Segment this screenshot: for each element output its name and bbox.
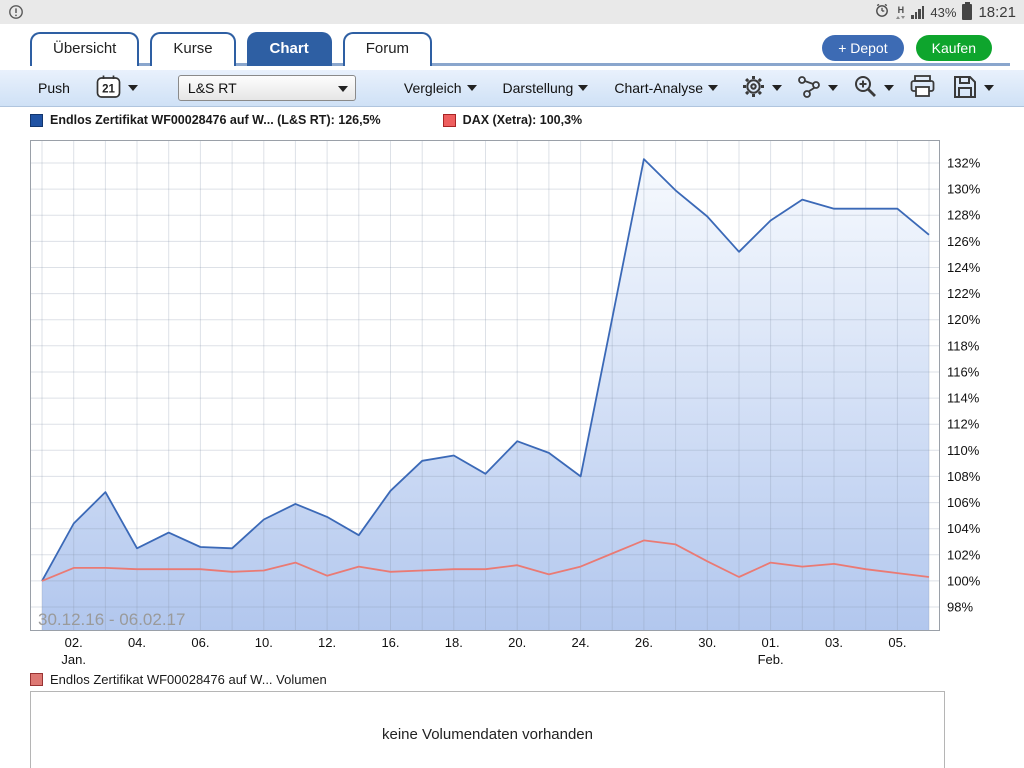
chart-range-watermark: 30.12.16 - 06.02.17 xyxy=(38,610,185,629)
menu-darstellung[interactable]: Darstellung xyxy=(503,80,589,96)
svg-text:16.: 16. xyxy=(381,635,399,650)
chevron-down-icon xyxy=(772,85,782,91)
menu-vergleich[interactable]: Vergleich xyxy=(404,80,477,96)
svg-text:Jan.: Jan. xyxy=(61,652,86,667)
volume-panel: keine Volumendaten vorhanden xyxy=(30,691,945,768)
svg-text:04.: 04. xyxy=(128,635,146,650)
svg-text:01.: 01. xyxy=(762,635,780,650)
chevron-down-icon xyxy=(708,85,718,91)
save-button[interactable] xyxy=(951,73,994,104)
tab-kurse[interactable]: Kurse xyxy=(150,32,235,66)
chart-svg: 30.12.16 - 06.02.17 132% 130% 128% 126% 124% 1… xyxy=(30,140,994,670)
svg-text:03.: 03. xyxy=(825,635,843,650)
svg-text:98%: 98% xyxy=(947,600,973,615)
svg-text:102%: 102% xyxy=(947,547,981,562)
legend-item-certificate: Endlos Zertifikat WF00028476 auf W... (L… xyxy=(30,113,381,127)
svg-text:24.: 24. xyxy=(572,635,590,650)
node-graph-icon xyxy=(796,73,823,103)
exchange-select[interactable]: L&S RT xyxy=(178,75,356,101)
alert-circle-icon xyxy=(8,4,24,25)
tab-chart[interactable]: Chart xyxy=(247,32,332,66)
chevron-down-icon xyxy=(338,86,348,92)
svg-text:106%: 106% xyxy=(947,495,981,510)
svg-text:116%: 116% xyxy=(947,365,980,380)
chevron-down-icon xyxy=(578,85,588,91)
save-icon xyxy=(951,73,979,104)
add-depot-button[interactable]: + Depot xyxy=(822,35,903,61)
status-bar: H 43% 18:21 xyxy=(0,0,1024,24)
print-button[interactable] xyxy=(908,73,937,103)
volume-empty-message: keine Volumendaten vorhanden xyxy=(31,726,944,743)
clock-time: 18:21 xyxy=(978,4,1016,21)
volume-legend: Endlos Zertifikat WF00028476 auf W... Vo… xyxy=(30,672,327,687)
svg-text:132%: 132% xyxy=(947,156,981,171)
svg-text:108%: 108% xyxy=(947,469,981,484)
series-color-swatch xyxy=(443,114,456,127)
chevron-down-icon xyxy=(467,85,477,91)
svg-text:122%: 122% xyxy=(947,286,981,301)
menu-chart-analyse[interactable]: Chart-Analyse xyxy=(614,80,718,96)
svg-text:12.: 12. xyxy=(318,635,336,650)
svg-text:18.: 18. xyxy=(445,635,463,650)
series-color-swatch xyxy=(30,673,43,686)
svg-text:130%: 130% xyxy=(947,182,981,197)
svg-text:26.: 26. xyxy=(635,635,653,650)
chart-toolbar: Push 21 L&S RT Vergleich Darstellung Cha… xyxy=(0,70,1024,107)
kaufen-button[interactable]: Kaufen xyxy=(916,35,992,61)
gear-icon xyxy=(740,73,767,103)
svg-text:126%: 126% xyxy=(947,234,981,249)
chevron-down-icon xyxy=(884,85,894,91)
printer-icon xyxy=(908,73,937,103)
battery-icon xyxy=(962,4,972,20)
chevron-down-icon xyxy=(984,85,994,91)
svg-text:20.: 20. xyxy=(508,635,526,650)
svg-text:114%: 114% xyxy=(947,391,980,406)
chart-legend: Endlos Zertifikat WF00028476 auf W... (L… xyxy=(30,113,582,127)
svg-text:10.: 10. xyxy=(255,635,273,650)
indicators-button[interactable] xyxy=(796,73,838,103)
legend-item-dax: DAX (Xetra): 100,3% xyxy=(443,113,583,127)
svg-text:05.: 05. xyxy=(888,635,906,650)
chevron-down-icon xyxy=(828,85,838,91)
svg-text:110%: 110% xyxy=(947,443,980,458)
push-toggle[interactable]: Push xyxy=(38,80,70,96)
screen: H 43% 18:21 Übersicht Kurse Chart Forum … xyxy=(0,0,1024,768)
series-color-swatch xyxy=(30,114,43,127)
svg-text:02.: 02. xyxy=(65,635,83,650)
svg-text:100%: 100% xyxy=(947,573,981,588)
svg-text:30.: 30. xyxy=(698,635,716,650)
svg-text:124%: 124% xyxy=(947,260,981,275)
price-chart[interactable]: 30.12.16 - 06.02.17 132% 130% 128% 126% 124% 1… xyxy=(30,140,994,670)
calendar-icon: 21 xyxy=(94,73,123,104)
hspa-network-icon: H xyxy=(896,6,905,19)
tab-forum[interactable]: Forum xyxy=(343,32,432,66)
timespan-calendar-button[interactable]: 21 xyxy=(94,73,138,104)
svg-text:112%: 112% xyxy=(947,417,980,432)
svg-text:Feb.: Feb. xyxy=(758,652,784,667)
svg-text:21: 21 xyxy=(102,83,115,95)
zoom-in-icon xyxy=(852,73,879,103)
svg-text:128%: 128% xyxy=(947,208,981,223)
signal-strength-icon xyxy=(911,5,924,19)
svg-text:104%: 104% xyxy=(947,521,981,536)
svg-text:06.: 06. xyxy=(191,635,209,650)
svg-text:118%: 118% xyxy=(947,338,980,353)
tab-uebersicht[interactable]: Übersicht xyxy=(30,32,139,66)
chevron-down-icon xyxy=(128,85,138,91)
alarm-clock-icon xyxy=(874,2,890,23)
svg-text:120%: 120% xyxy=(947,312,981,327)
settings-button[interactable] xyxy=(740,73,782,103)
tab-bar: Übersicht Kurse Chart Forum xyxy=(30,32,432,66)
battery-percent: 43% xyxy=(930,5,956,20)
zoom-button[interactable] xyxy=(852,73,894,103)
